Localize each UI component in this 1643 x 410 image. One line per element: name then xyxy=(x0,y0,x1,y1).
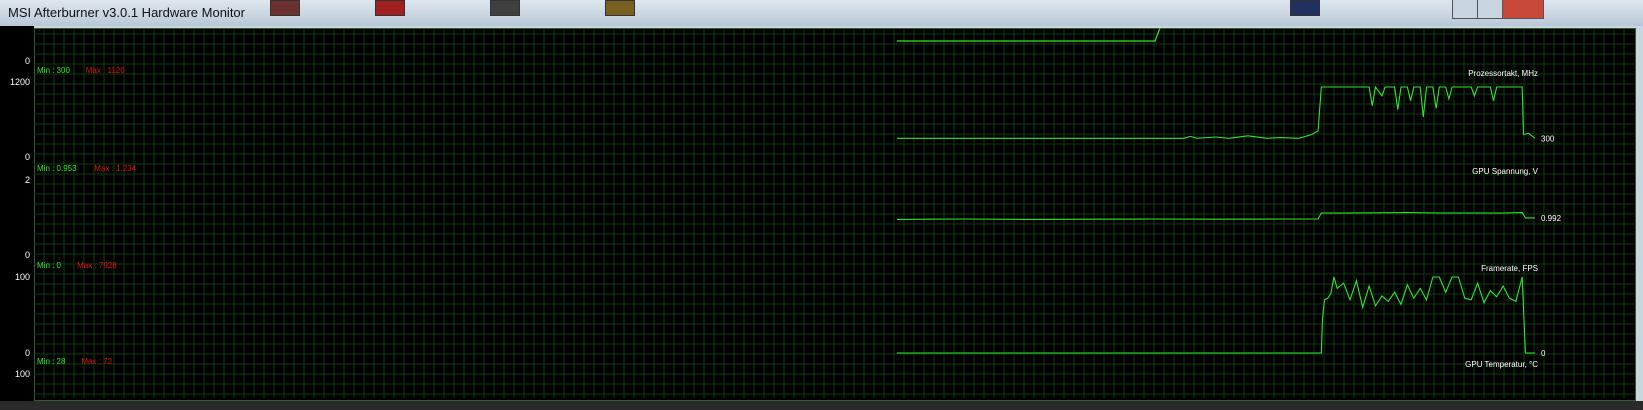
app-thumbnail xyxy=(1290,0,1320,16)
hardware-monitor-chart: 0 Min : 300 Max : 1120 Prozessortakt, MHz 12… xyxy=(10,27,1634,398)
graph-series-line xyxy=(897,85,1536,139)
graph-current-value: 0 xyxy=(1541,349,1546,358)
minimize-button[interactable] xyxy=(1452,0,1478,19)
y-axis-top-label: 2 xyxy=(25,175,30,185)
y-axis-bottom-label: 0 xyxy=(25,348,30,358)
title-bar: MSI Afterburner v3.0.1 Hardware Monitor xyxy=(0,0,1643,27)
app-thumbnail xyxy=(605,0,635,16)
graph-title: GPU Spannung, V xyxy=(1472,167,1538,176)
y-axis-bottom-label: 0 xyxy=(25,250,30,260)
y-axis-top-label: 1200 xyxy=(10,77,30,87)
graph-max-label: Max : 1120 xyxy=(86,66,126,75)
graph-min-label: Min : 0.953 xyxy=(37,164,77,173)
graph-title: Prozessortakt, MHz xyxy=(1468,69,1538,78)
window-title: MSI Afterburner v3.0.1 Hardware Monitor xyxy=(8,5,245,20)
y-axis-bottom-label: 0 xyxy=(25,152,30,162)
graph-max-label: Max : 7928 xyxy=(77,261,117,270)
graph-max-label: Max : 1.234 xyxy=(94,164,136,173)
maximize-button[interactable] xyxy=(1477,0,1503,19)
grid-lines xyxy=(34,29,1634,398)
graph-max-label: Max : 72 xyxy=(81,357,112,366)
monitor-frame: 0 Min : 300 Max : 1120 Prozessortakt, MHz 12… xyxy=(0,26,1643,401)
graph-min-label: Min : 0 xyxy=(37,261,62,270)
y-axis-bottom-label: 0 xyxy=(25,56,30,66)
graph-current-value: 300 xyxy=(1541,134,1555,143)
y-axis-top-label: 100 xyxy=(15,369,30,379)
app-thumbnail xyxy=(375,0,405,16)
graph-current-value: 0.992 xyxy=(1541,214,1562,223)
taskbar xyxy=(0,401,1643,410)
graph-title: Framerate, FPS xyxy=(1481,264,1538,273)
graph-series-line xyxy=(897,276,1535,354)
graph-title: GPU Temperatur, °C xyxy=(1465,360,1538,369)
y-axis-top-label: 100 xyxy=(15,272,30,282)
app-thumbnail xyxy=(270,0,300,16)
app-thumbnail xyxy=(490,0,520,16)
close-button[interactable] xyxy=(1502,0,1544,19)
graph-min-label: Min : 300 xyxy=(37,66,70,75)
graph-min-label: Min : 28 xyxy=(37,357,66,366)
